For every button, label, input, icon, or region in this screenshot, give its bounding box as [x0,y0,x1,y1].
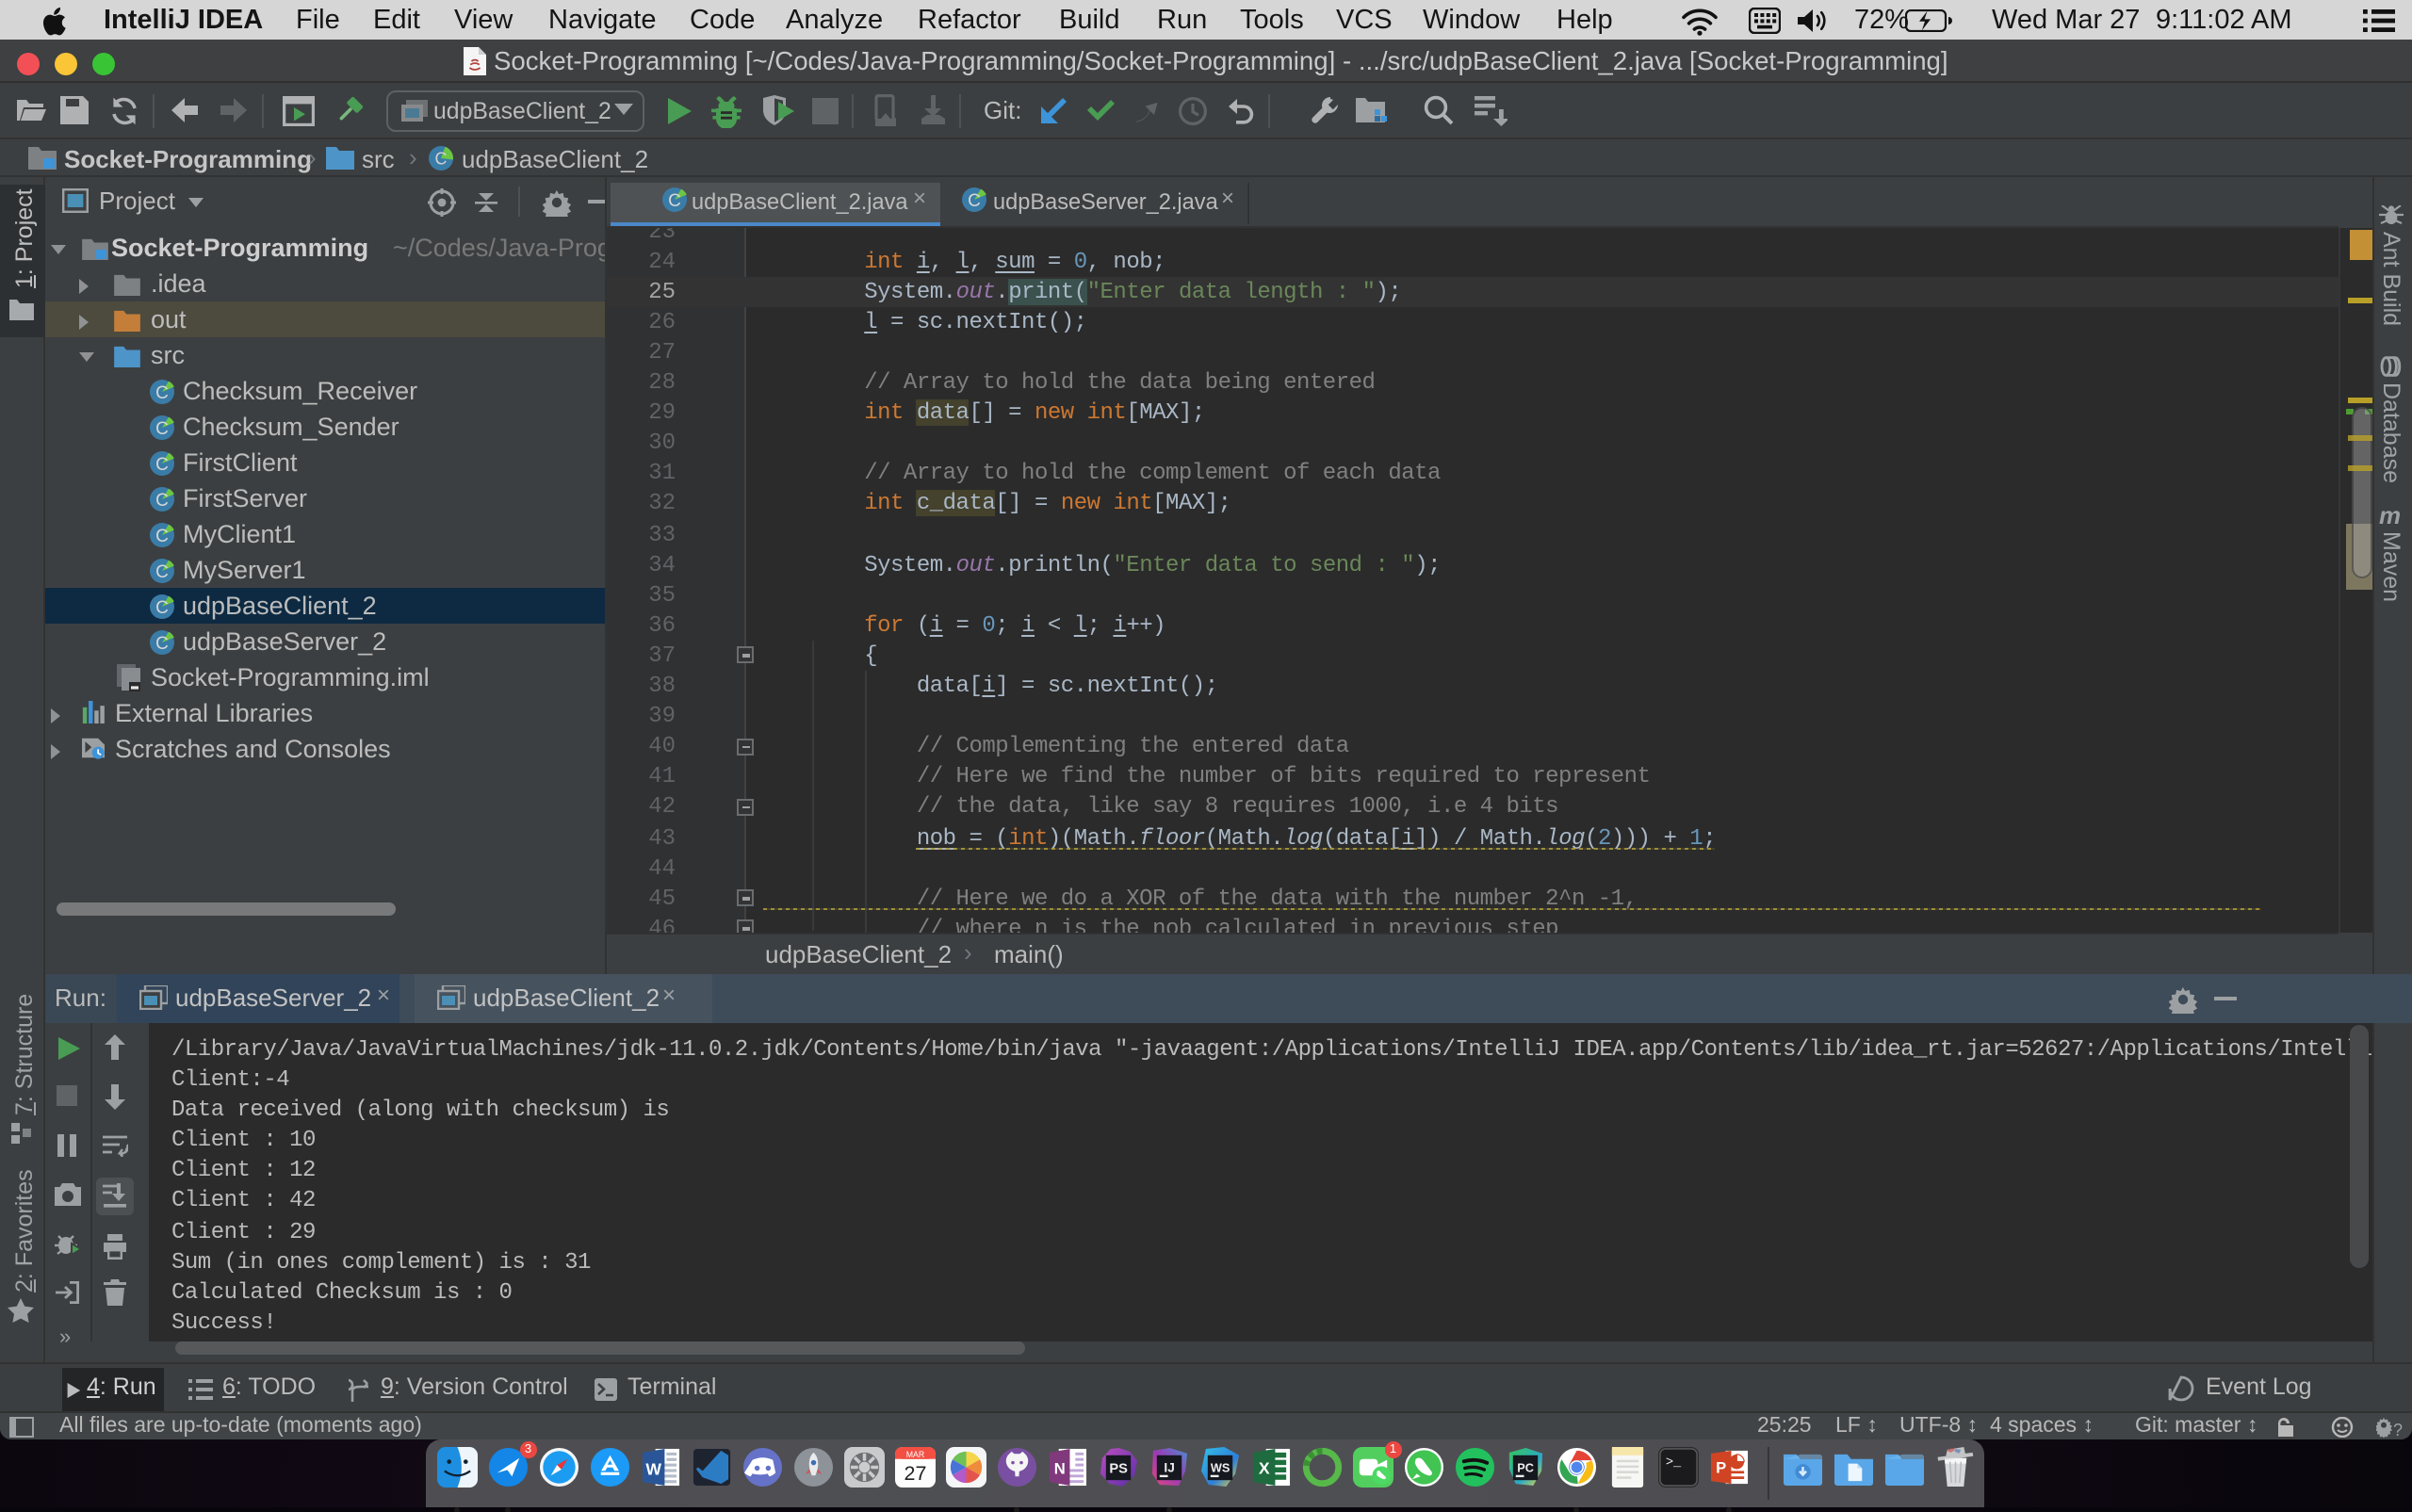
svg-text:MAR: MAR [906,1450,925,1459]
svg-text:C: C [435,148,448,167]
svg-text:C: C [155,526,168,545]
svg-text:C: C [155,418,168,438]
svg-text:PS: PS [1110,1461,1129,1476]
svg-text:N: N [1054,1459,1066,1477]
svg-text:WS: WS [1211,1461,1230,1474]
svg-text:W: W [646,1459,662,1478]
svg-text:C: C [968,191,981,211]
svg-text:C: C [155,382,168,402]
svg-text:PC: PC [1518,1461,1535,1474]
svg-text:C: C [155,454,168,474]
svg-text:27: 27 [904,1462,927,1485]
svg-text:C: C [155,633,168,653]
svg-text:C: C [155,561,168,581]
svg-text:>_: >_ [1666,1456,1682,1471]
svg-text:P: P [1717,1458,1727,1476]
svg-text:C: C [155,490,168,510]
svg-text:C: C [667,191,680,211]
svg-text:X: X [1259,1458,1270,1477]
svg-text:IJ: IJ [1165,1460,1175,1474]
svg-text:C: C [155,597,168,617]
svg-text:?: ? [2393,1421,2403,1438]
